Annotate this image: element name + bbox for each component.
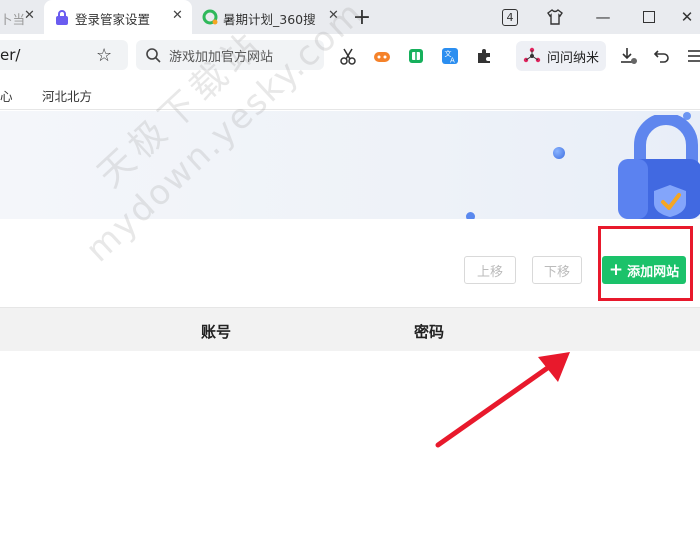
annotation-arrow bbox=[435, 352, 570, 448]
bookmark-item[interactable]: 河北北方 bbox=[42, 86, 92, 105]
search-engine-favicon-icon bbox=[202, 9, 218, 25]
bookmarks-bar: 心 河北北方 bbox=[0, 78, 700, 110]
padlock-illustration bbox=[618, 115, 700, 219]
column-header-account: 账号 bbox=[201, 323, 232, 341]
close-icon[interactable]: ✕ bbox=[328, 8, 339, 23]
move-down-label: 下移 bbox=[543, 264, 570, 280]
gamepad-icon[interactable] bbox=[372, 46, 392, 66]
column-header-password: 密码 bbox=[414, 323, 445, 341]
svg-text:A: A bbox=[450, 57, 455, 65]
download-icon[interactable] bbox=[618, 46, 638, 66]
bookmark-item[interactable]: 心 bbox=[0, 86, 13, 105]
tab-summer-plan[interactable]: 暑期计划_360搜 ✕ bbox=[192, 0, 342, 34]
skin-shirt-icon[interactable] bbox=[544, 6, 566, 28]
tab-strip: 卜当 ✕ 登录管家设置 ✕ 暑期计划_360搜 ✕ + 4 — ✕ bbox=[0, 0, 700, 34]
lock-favicon-icon bbox=[56, 10, 68, 25]
minimize-icon[interactable]: — bbox=[592, 6, 614, 28]
new-tab-icon[interactable]: + bbox=[351, 5, 373, 30]
tab-count-label: 4 bbox=[502, 8, 518, 26]
book-icon[interactable] bbox=[406, 46, 426, 66]
table-header: 账号 密码 bbox=[0, 307, 700, 351]
annotation-highlight-box bbox=[598, 226, 693, 301]
address-text: er/ bbox=[0, 46, 21, 64]
search-icon bbox=[146, 48, 161, 63]
bookmark-star-icon[interactable]: ☆ bbox=[96, 45, 112, 66]
ai-assistant-button[interactable]: 问问纳米 bbox=[516, 41, 606, 71]
move-down-button[interactable]: 下移 bbox=[532, 256, 582, 284]
scissors-icon[interactable] bbox=[338, 46, 358, 66]
undo-icon[interactable] bbox=[652, 46, 672, 66]
assistant-label: 问问纳米 bbox=[547, 50, 600, 66]
decorative-dot bbox=[466, 212, 475, 219]
translate-icon[interactable]: 文A bbox=[440, 46, 460, 66]
hero-banner bbox=[0, 111, 700, 219]
search-placeholder: 游戏加加官方网站 bbox=[169, 49, 274, 65]
window-close-icon[interactable]: ✕ bbox=[676, 6, 698, 28]
tab-title: 卜当 bbox=[0, 12, 26, 27]
close-icon[interactable]: ✕ bbox=[172, 8, 183, 23]
tab-count-button[interactable]: 4 bbox=[499, 6, 521, 28]
extensions-puzzle-icon[interactable] bbox=[474, 46, 494, 66]
move-up-label: 上移 bbox=[476, 264, 503, 280]
nano-logo-icon bbox=[523, 47, 541, 63]
maximize-icon[interactable] bbox=[638, 6, 660, 28]
search-box[interactable]: 游戏加加官方网站 bbox=[136, 40, 324, 70]
close-icon[interactable]: ✕ bbox=[24, 8, 35, 23]
decorative-dot bbox=[553, 147, 565, 159]
tab-left-partial[interactable]: 卜当 ✕ bbox=[0, 0, 44, 34]
menu-icon[interactable] bbox=[686, 46, 700, 66]
tab-title: 暑期计划_360搜 bbox=[223, 12, 316, 27]
tab-title: 登录管家设置 bbox=[75, 12, 151, 27]
tab-login-manager[interactable]: 登录管家设置 ✕ bbox=[44, 0, 192, 34]
address-toolbar: er/ ☆ 游戏加加官方网站 文A 问问纳米 bbox=[0, 34, 700, 78]
move-up-button[interactable]: 上移 bbox=[464, 256, 516, 284]
